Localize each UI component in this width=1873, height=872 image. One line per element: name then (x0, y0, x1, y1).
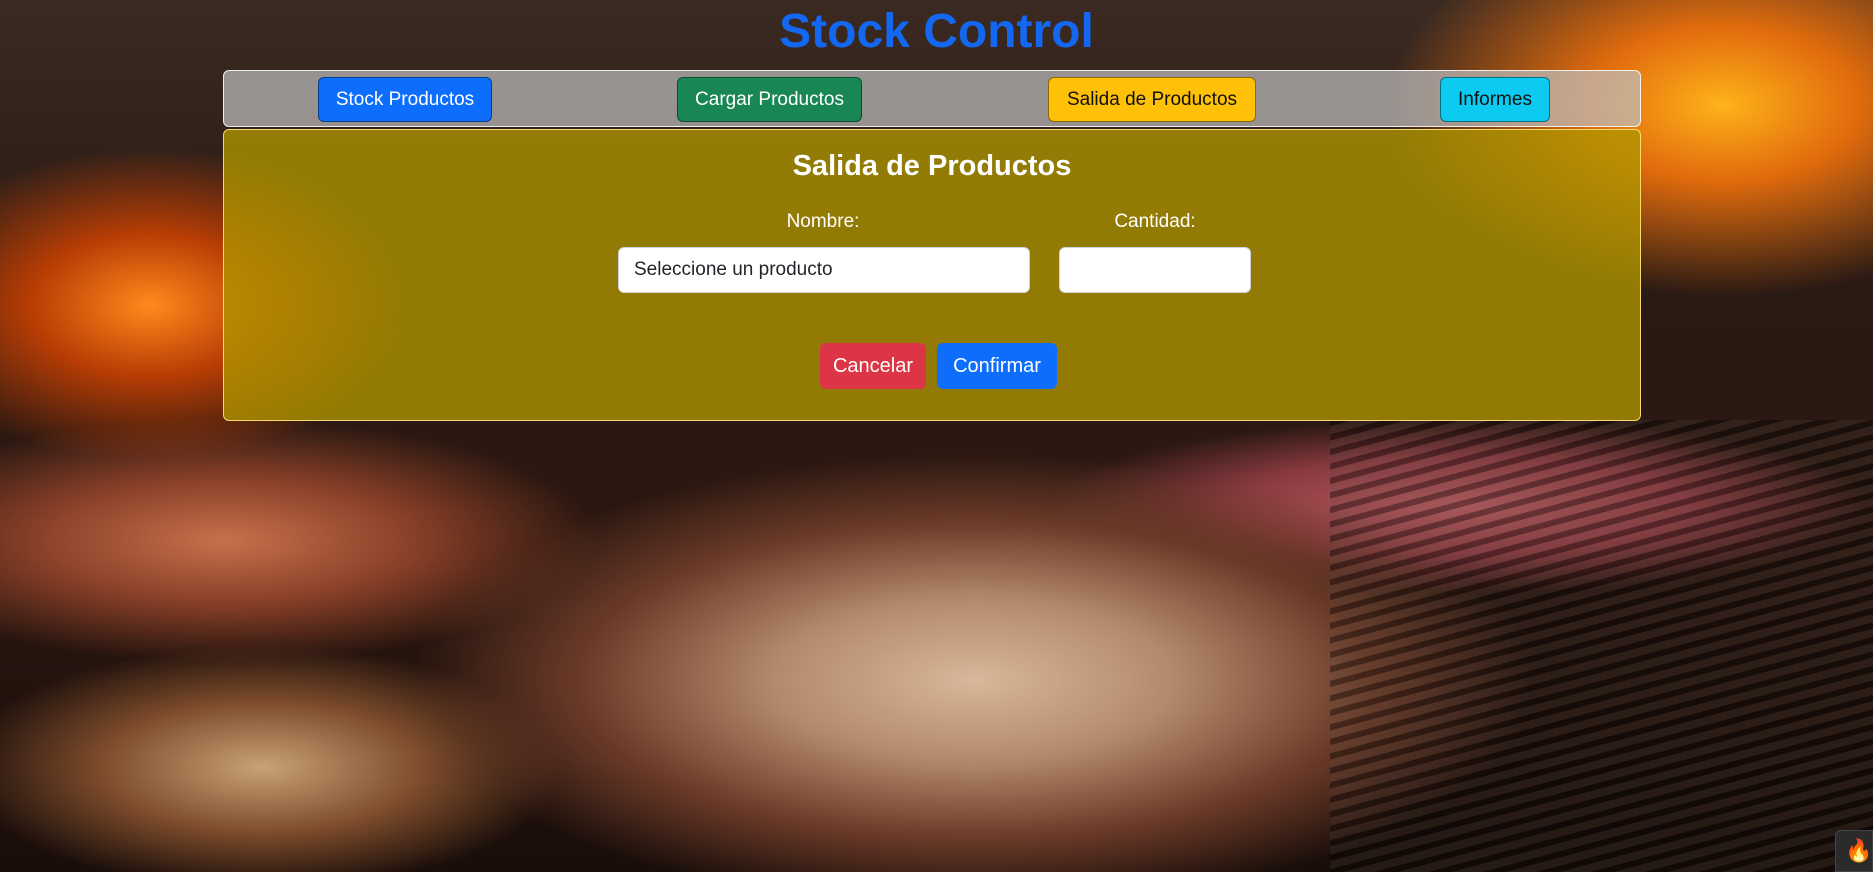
nav-salida-productos-button[interactable]: Salida de Productos (1048, 77, 1256, 122)
nav-cargar-productos-button[interactable]: Cargar Productos (677, 77, 862, 122)
cantidad-input[interactable] (1059, 247, 1251, 293)
page-title: Stock Control (779, 5, 1094, 58)
flame-icon: 🔥 (1845, 838, 1873, 863)
confirm-button[interactable]: Confirmar (937, 343, 1057, 389)
nombre-label: Nombre: (786, 211, 860, 232)
cancel-button[interactable]: Cancelar (820, 343, 926, 389)
nombre-select[interactable]: Seleccione un producto (618, 247, 1030, 293)
corner-widget[interactable]: 🔥 (1835, 830, 1873, 872)
background-grill-texture (1330, 420, 1873, 872)
cantidad-label: Cantidad: (1114, 211, 1196, 232)
main-navbar: Stock Productos Cargar Productos Salida … (223, 70, 1641, 127)
nav-stock-productos-button[interactable]: Stock Productos (318, 77, 492, 122)
salida-form-panel: Salida de Productos Nombre: Seleccione u… (223, 129, 1641, 421)
form-title: Salida de Productos (792, 150, 1072, 182)
nav-informes-button[interactable]: Informes (1440, 77, 1550, 122)
